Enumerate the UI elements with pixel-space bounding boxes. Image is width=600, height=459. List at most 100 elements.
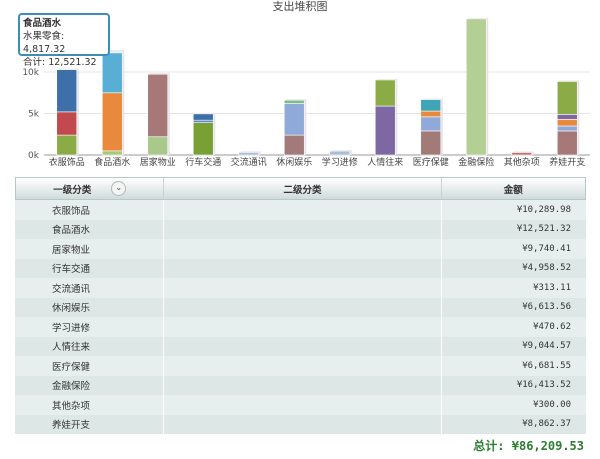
chart-title: 支出堆积图 (273, 0, 328, 13)
bar-segment (283, 134, 305, 156)
row-amount: ¥16,413.52 (441, 375, 586, 395)
row-subcategory (163, 239, 441, 259)
row-amount: ¥12,521.32 (441, 219, 586, 239)
table-row[interactable]: 医疗保健 ¥6,681.55 (15, 356, 586, 376)
row-category: 学习进修 (52, 322, 91, 334)
x-tick-label: 休闲娱乐 (276, 156, 312, 168)
bar-segment (465, 18, 487, 156)
row-subcategory (163, 395, 441, 415)
bar-segment (147, 136, 169, 156)
bar-segment (192, 113, 214, 121)
stacked-expense-chart: 支出堆积图 0k 5k 10k 衣服饰品 食品酒水 居家物业 行车交通 交流通讯 休闲娱乐 学习进修… (0, 0, 600, 175)
table-row[interactable]: 其他杂项 ¥300.00 (15, 395, 586, 415)
table-body: 衣服饰品 ¥10,289.98 食品酒水 ¥12,521.32 居家物业 ¥9,740.4… (15, 200, 586, 434)
row-amount: ¥9,740.41 (441, 239, 586, 259)
x-tick-label: 养娃开支 (549, 156, 585, 168)
bar-segment (147, 73, 169, 138)
bar-segment (56, 69, 78, 113)
bar-segment (283, 103, 305, 136)
bar-segment (556, 114, 578, 120)
row-subcategory (163, 336, 441, 356)
expense-table: 一级分类 ⌄ 二级分类 金额 衣服饰品 ¥10,289.98 食品酒水 ¥12,521… (15, 177, 586, 434)
row-subcategory (163, 375, 441, 395)
x-tick-label: 食品酒水 (94, 156, 130, 168)
row-category: 人情往来 (52, 342, 91, 354)
bar-segment (420, 116, 442, 132)
table-row[interactable]: 学习进修 ¥470.62 (15, 317, 586, 337)
row-amount: ¥4,958.52 (441, 258, 586, 278)
x-tick-label: 人情往来 (367, 156, 403, 168)
header-primary-category[interactable]: 一级分类 ⌄ (16, 178, 163, 199)
bar-segment (374, 105, 396, 156)
bar-segment (374, 79, 396, 107)
row-category: 养娃开支 (52, 420, 91, 432)
bar-segment (420, 110, 442, 118)
x-tick-label: 衣服饰品 (49, 156, 85, 168)
row-amount: ¥313.11 (441, 278, 586, 298)
row-subcategory (163, 219, 441, 239)
bar-segment (192, 119, 214, 123)
bar-segment (420, 99, 442, 112)
row-category: 衣服饰品 (52, 205, 91, 217)
row-subcategory (163, 278, 441, 298)
table-row[interactable]: 人情往来 ¥9,044.57 (15, 336, 586, 356)
table-row[interactable]: 居家物业 ¥9,740.41 (15, 239, 586, 259)
chevron-double-down-icon[interactable]: ⌄ (111, 181, 127, 196)
tooltip-line-subcategory: 水果零食: 4,817.32 (23, 31, 66, 55)
bar-segment (556, 125, 578, 132)
tooltip-title: 食品酒水 (23, 18, 62, 29)
row-subcategory (163, 356, 441, 376)
table-row[interactable]: 休闲娱乐 ¥6,613.56 (15, 297, 586, 317)
bar-segment (101, 52, 123, 94)
bar-segment (556, 119, 578, 127)
table-row[interactable]: 交流通讯 ¥313.11 (15, 278, 586, 298)
total-amount: 总计: ¥86,209.53 (473, 439, 584, 453)
chart-tooltip: 食品酒水 水果零食: 4,817.32 合计: 12,521.32 (18, 13, 110, 68)
bar-segment (283, 99, 305, 104)
row-subcategory (163, 414, 441, 434)
bar-segment (511, 152, 533, 156)
x-tick-label: 行车交通 (185, 156, 221, 168)
x-tick-label: 其他杂项 (504, 156, 540, 168)
row-category: 医疗保健 (52, 361, 91, 373)
bar-segment (556, 81, 578, 115)
bar-segment (329, 150, 351, 156)
table-header: 一级分类 ⌄ 二级分类 金额 (15, 177, 586, 200)
bar-segment (101, 150, 123, 156)
bar-segment (238, 152, 260, 156)
x-tick-label: 居家物业 (140, 156, 176, 168)
row-category: 食品酒水 (52, 225, 91, 237)
bar-segment (101, 92, 123, 152)
row-category: 金融保险 (52, 381, 91, 393)
bar-segment (56, 111, 78, 136)
row-amount: ¥9,044.57 (441, 336, 586, 356)
row-category: 休闲娱乐 (52, 303, 91, 315)
bar-segment (56, 134, 78, 156)
x-tick-label: 学习进修 (322, 156, 358, 168)
y-tick-label: 5k (28, 110, 40, 120)
row-category: 交流通讯 (52, 283, 91, 295)
row-subcategory (163, 200, 441, 220)
row-amount: ¥470.62 (441, 317, 586, 337)
y-tick-label: 10k (22, 68, 39, 78)
row-subcategory (163, 258, 441, 278)
row-subcategory (163, 317, 441, 337)
header-amount[interactable]: 金额 (440, 178, 586, 199)
table-row[interactable]: 金融保险 ¥16,413.52 (15, 375, 586, 395)
table-row[interactable]: 衣服饰品 ¥10,289.98 (15, 200, 586, 220)
row-amount: ¥6,613.56 (441, 297, 586, 317)
x-tick-label: 交流通讯 (231, 156, 267, 168)
x-tick-label: 医疗保健 (413, 156, 449, 168)
table-row[interactable]: 养娃开支 ¥8,862.37 (15, 414, 586, 434)
y-tick-label: 0k (28, 151, 40, 161)
row-amount: ¥300.00 (441, 395, 586, 415)
header-primary-label: 一级分类 (53, 184, 92, 196)
table-row[interactable]: 行车交通 ¥4,958.52 (15, 258, 586, 278)
row-category: 其他杂项 (52, 400, 91, 412)
row-subcategory (163, 297, 441, 317)
table-row[interactable]: 食品酒水 ¥12,521.32 (15, 219, 586, 239)
row-category: 行车交通 (52, 264, 91, 276)
header-secondary-category[interactable]: 二级分类 (163, 178, 440, 199)
bar-segment (192, 122, 214, 156)
row-amount: ¥10,289.98 (441, 200, 586, 220)
